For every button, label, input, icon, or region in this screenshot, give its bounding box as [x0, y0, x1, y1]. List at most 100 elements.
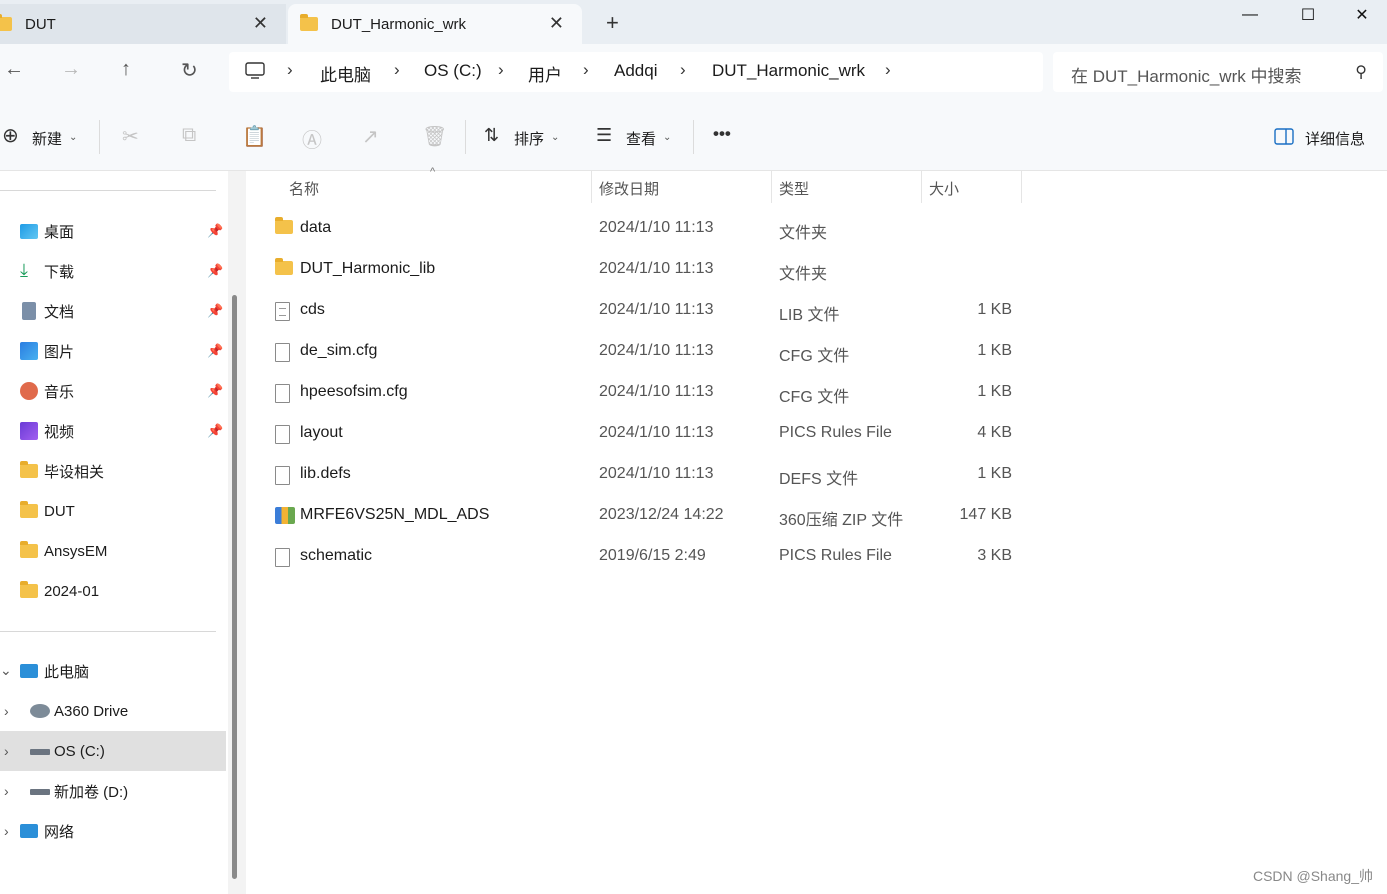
chevron-right-icon[interactable]: › [4, 823, 9, 839]
maximize-button[interactable]: ☐ [1279, 0, 1337, 30]
sidebar-item-downloads[interactable]: ⤓ 下载 📌 [0, 251, 226, 291]
file-row[interactable]: de_sim.cfg 2024/1/10 11:13 CFG 文件 1 KB [272, 332, 1032, 373]
sort-icon[interactable]: ⇅ [484, 125, 499, 146]
view-button[interactable]: 查看 [626, 128, 656, 149]
drive-icon [30, 789, 50, 795]
file-row[interactable]: cds 2024/1/10 11:13 LIB 文件 1 KB [272, 291, 1032, 332]
sidebar-item-videos[interactable]: 视频 📌 [0, 411, 226, 451]
file-row[interactable]: lib.defs 2024/1/10 11:13 DEFS 文件 1 KB [272, 455, 1032, 496]
file-row[interactable]: schematic 2019/6/15 2:49 PICS Rules File… [272, 537, 1032, 578]
rename-icon[interactable]: Ⓐ [302, 124, 322, 153]
chevron-down-icon: ⌄ [663, 132, 672, 143]
command-bar: ⊕ 新建 ⌄ ✂ ⧉ 📋 Ⓐ ↗ 🗑 ⇅ 排序 ⌄ ☰ 查看 ⌄ ••• 详细信… [0, 102, 1387, 171]
sidebar-scrollbar[interactable] [232, 295, 237, 879]
column-divider[interactable] [921, 171, 922, 203]
sidebar-item-label: 桌面 [44, 223, 75, 241]
file-row[interactable]: layout 2024/1/10 11:13 PICS Rules File 4… [272, 414, 1032, 455]
copy-icon[interactable]: ⧉ [182, 124, 196, 147]
chevron-down-icon: ⌄ [69, 132, 78, 143]
forward-icon[interactable]: → [61, 58, 81, 81]
sidebar-item-label: OS (C:) [54, 742, 105, 760]
sidebar-item-this-pc[interactable]: ⌄ 此电脑 [0, 651, 226, 691]
new-plus-icon[interactable]: ⊕ [2, 123, 19, 148]
sidebar-item-dut[interactable]: DUT [0, 491, 226, 531]
sidebar-item-folder[interactable]: 毕设相关 [0, 451, 226, 491]
close-tab-icon[interactable]: ✕ [253, 14, 268, 32]
more-options-button[interactable]: ••• [713, 124, 731, 144]
close-tab-icon[interactable]: ✕ [549, 14, 564, 32]
tab-dut[interactable]: DUT ✕ [0, 4, 286, 44]
cut-icon[interactable]: ✂ [122, 124, 139, 149]
title-bar: DUT ✕ DUT_Harmonic_wrk ✕ + — ☐ ✕ [0, 0, 1387, 44]
tab-label: DUT_Harmonic_wrk [331, 15, 467, 33]
file-row[interactable]: DUT_Harmonic_lib 2024/1/10 11:13 文件夹 [272, 250, 1032, 291]
chevron-right-icon[interactable]: › [885, 60, 891, 80]
column-header-size[interactable]: 大小 [929, 178, 959, 199]
breadcrumb-users[interactable]: 用户 [528, 61, 562, 86]
sidebar-item-label: DUT [44, 502, 75, 520]
pin-icon[interactable]: 📌 [207, 223, 223, 239]
file-name: cds [300, 301, 325, 318]
pin-icon[interactable]: 📌 [207, 383, 223, 399]
pin-icon[interactable]: 📌 [207, 423, 223, 439]
file-row[interactable]: hpeesofsim.cfg 2024/1/10 11:13 CFG 文件 1 … [272, 373, 1032, 414]
music-icon [20, 382, 38, 400]
search-input[interactable]: 在 DUT_Harmonic_wrk 中搜索 ⚲ [1053, 52, 1383, 92]
column-header-date[interactable]: 修改日期 [599, 178, 659, 199]
minimize-button[interactable]: — [1221, 0, 1279, 30]
sort-button[interactable]: 排序 [514, 128, 544, 149]
divider [0, 631, 216, 632]
column-divider[interactable] [591, 171, 592, 203]
pin-icon[interactable]: 📌 [207, 303, 223, 319]
sidebar-item-documents[interactable]: 文档 📌 [0, 291, 226, 331]
pin-icon[interactable]: 📌 [207, 343, 223, 359]
column-header-type[interactable]: 类型 [779, 178, 809, 199]
breadcrumb-addqi[interactable]: Addqi [614, 61, 657, 81]
view-icon[interactable]: ☰ [596, 125, 612, 146]
address-bar[interactable]: › 此电脑 › OS (C:) › 用户 › Addqi › DUT_Harmo… [229, 52, 1043, 92]
delete-icon[interactable]: 🗑 [422, 124, 447, 149]
back-icon[interactable]: ← [4, 58, 24, 81]
column-divider[interactable] [1021, 171, 1022, 203]
pin-icon[interactable]: 📌 [207, 263, 223, 279]
column-divider[interactable] [771, 171, 772, 203]
new-tab-icon[interactable]: + [606, 10, 619, 36]
paste-icon[interactable]: 📋 [242, 124, 267, 149]
file-type: 360压缩 ZIP 文件 [779, 512, 904, 529]
divider [465, 120, 466, 154]
sidebar-item-pictures[interactable]: 图片 📌 [0, 331, 226, 371]
sidebar-item-a360-drive[interactable]: › A360 Drive [0, 691, 226, 731]
new-button[interactable]: 新建 [32, 128, 62, 149]
column-header-name[interactable]: 名称 [289, 178, 319, 199]
chevron-right-icon[interactable]: › [4, 743, 9, 759]
sidebar-item-desktop[interactable]: 桌面 📌 [0, 211, 226, 251]
breadcrumb-os-c[interactable]: OS (C:) [424, 61, 482, 81]
sidebar-item-d-drive[interactable]: › 新加卷 (D:) [0, 771, 226, 811]
breadcrumb-dut-harmonic-wrk[interactable]: DUT_Harmonic_wrk [712, 61, 865, 81]
details-pane-icon[interactable] [1274, 128, 1294, 145]
sidebar-item-label: 此电脑 [44, 663, 90, 681]
sidebar-item-ansysem[interactable]: AnsysEM [0, 531, 226, 571]
chevron-right-icon[interactable]: › [4, 703, 9, 719]
cloud-drive-icon [30, 704, 50, 718]
file-icon [275, 425, 290, 444]
up-icon[interactable]: ↑ [121, 58, 131, 81]
share-icon[interactable]: ↗ [362, 124, 379, 149]
search-icon[interactable]: ⚲ [1355, 62, 1367, 82]
sidebar-item-os-c[interactable]: › OS (C:) [0, 731, 226, 771]
network-icon [20, 824, 38, 838]
file-row[interactable]: MRFE6VS25N_MDL_ADS 2023/12/24 14:22 360压… [272, 496, 1032, 537]
tab-dut-harmonic-wrk[interactable]: DUT_Harmonic_wrk ✕ [288, 4, 582, 44]
sidebar-item-music[interactable]: 音乐 📌 [0, 371, 226, 411]
chevron-right-icon[interactable]: › [4, 783, 9, 799]
details-button[interactable]: 详细信息 [1305, 128, 1365, 149]
chevron-right-icon: › [680, 60, 686, 79]
file-date: 2024/1/10 11:13 [599, 301, 714, 318]
refresh-icon[interactable]: ↻ [181, 58, 198, 83]
sidebar-item-2024-01[interactable]: 2024-01 [0, 571, 226, 611]
close-window-button[interactable]: ✕ [1337, 0, 1387, 30]
breadcrumb-this-pc[interactable]: 此电脑 [320, 61, 371, 86]
sidebar-item-network[interactable]: › 网络 [0, 811, 226, 851]
chevron-down-icon[interactable]: ⌄ [0, 662, 12, 679]
file-row[interactable]: data 2024/1/10 11:13 文件夹 [272, 209, 1032, 250]
